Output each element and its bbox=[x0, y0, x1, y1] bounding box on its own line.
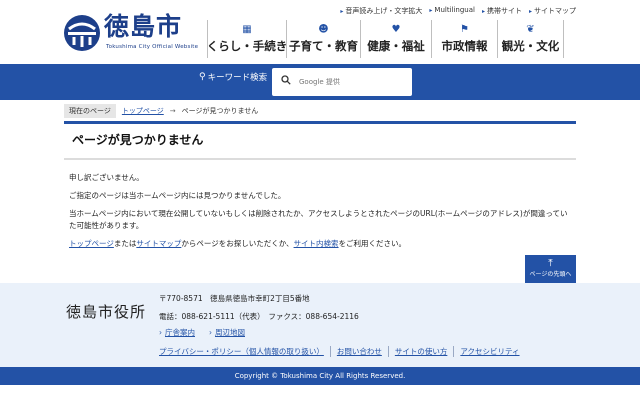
site-search-link[interactable]: サイト内検索 bbox=[294, 239, 339, 248]
logo-subtitle: Tokushima City Official Website bbox=[106, 44, 199, 50]
message-not-found: ご指定のページは当ホームページ内には見つかりませんでした。 bbox=[69, 191, 286, 200]
utility-links: 音声読み上げ・文字拡大 Multilingual 携帯サイト サイトマップ bbox=[340, 6, 576, 16]
utility-link-multilingual[interactable]: Multilingual bbox=[429, 6, 475, 16]
message-guidance: トップページまたはサイトマップからページをお探しいただくか、サイト内検索をご利用… bbox=[69, 238, 574, 250]
footer-link-item: 庁舎案内 bbox=[159, 327, 195, 338]
utility-link-mobile[interactable]: 携帯サイト bbox=[482, 6, 522, 16]
logo-text: 徳島市 bbox=[104, 12, 183, 41]
page-top-label: ページの先頭へ bbox=[529, 271, 572, 278]
site-usage-link[interactable]: サイトの使い方 bbox=[387, 346, 454, 357]
arrow-up-icon: ⤒ bbox=[548, 258, 553, 269]
top-page-link[interactable]: トップページ bbox=[69, 239, 114, 248]
site-header: 徳島市 Tokushima City Official Website 音声読み… bbox=[0, 0, 640, 64]
search-input[interactable] bbox=[299, 75, 404, 89]
footer-org-name: 徳島市役所 bbox=[66, 303, 147, 321]
flag-icon: ⚑ bbox=[460, 24, 469, 35]
breadcrumb-top-link[interactable]: トップページ bbox=[122, 106, 164, 116]
nav-item-tourism[interactable]: ❦ 観光・文化 bbox=[497, 20, 564, 58]
footer-policy-links: プライバシー・ポリシー（個人情報の取り扱い） お問い合わせ サイトの使い方 アク… bbox=[159, 346, 526, 357]
site-footer: 徳島市役所 〒770-8571 徳島県徳島市幸町2丁目5番地 電話：088-62… bbox=[0, 283, 640, 367]
contact-link[interactable]: お問い合わせ bbox=[329, 346, 388, 357]
city-emblem-icon bbox=[64, 15, 100, 51]
nav-item-living[interactable]: ▦ くらし・手続き bbox=[206, 20, 288, 58]
search-icon bbox=[281, 75, 291, 85]
building-icon: ▦ bbox=[242, 24, 252, 35]
search-box bbox=[272, 68, 412, 96]
privacy-policy-link[interactable]: プライバシー・ポリシー（個人情報の取り扱い） bbox=[159, 346, 330, 357]
area-map-link[interactable]: 周辺地図 bbox=[215, 328, 245, 337]
office-guide-link[interactable]: 庁舎案内 bbox=[165, 328, 195, 337]
guidance-text-1: または bbox=[113, 239, 137, 248]
nav-label: くらし・手続き bbox=[206, 39, 288, 53]
breadcrumb: 現在のページ トップページ → ページが見つかりません bbox=[64, 104, 258, 118]
guidance-text-3: をご利用ください。 bbox=[338, 239, 407, 248]
search-band: ⚲ キーワード検索 bbox=[0, 64, 640, 100]
leaf-icon: ❦ bbox=[526, 24, 535, 35]
nav-label: 観光・文化 bbox=[501, 39, 560, 53]
message-reason: 当ホームページ内において現在公開していないもしくは削除されたか、アクセスしようと… bbox=[69, 209, 568, 230]
footer-phone: 電話：088-621-5111（代表） ファクス：088-654-2116 bbox=[159, 312, 359, 321]
breadcrumb-separator: → bbox=[169, 107, 176, 115]
footer-office-links: 庁舎案内 周辺地図 bbox=[159, 327, 245, 338]
nav-item-health[interactable]: ♥ 健康・福祉 bbox=[360, 20, 431, 58]
site-logo[interactable]: 徳島市 Tokushima City Official Website bbox=[62, 10, 212, 56]
page-top-button[interactable]: ⤒ ページの先頭へ bbox=[525, 255, 576, 283]
footer-address: 〒770-8571 徳島県徳島市幸町2丁目5番地 bbox=[159, 294, 310, 303]
search-label-text: キーワード検索 bbox=[207, 73, 268, 83]
breadcrumb-here: ページが見つかりません bbox=[181, 107, 259, 115]
message-apology: 申し訳ございません。 bbox=[69, 173, 144, 182]
utility-link-voice[interactable]: 音声読み上げ・文字拡大 bbox=[340, 6, 422, 16]
accessibility-link[interactable]: アクセシビリティ bbox=[453, 346, 525, 357]
page-title: ページが見つかりません bbox=[72, 133, 204, 147]
utility-link-sitemap[interactable]: サイトマップ bbox=[529, 6, 576, 16]
breadcrumb-current-label: 現在のページ bbox=[64, 104, 116, 118]
guidance-text-2: からページをお探しいただくか、 bbox=[181, 239, 294, 248]
nav-label: 健康・福祉 bbox=[367, 39, 425, 53]
search-label: ⚲ キーワード検索 bbox=[199, 71, 267, 83]
heart-icon: ♥ bbox=[391, 24, 401, 35]
copyright: Copyright © Tokushima City All Rights Re… bbox=[0, 367, 640, 385]
nav-item-citygov[interactable]: ⚑ 市政情報 bbox=[431, 20, 497, 58]
title-top-rule bbox=[64, 121, 576, 124]
magnifier-key-icon: ⚲ bbox=[199, 72, 206, 82]
main-content: 申し訳ございません。 ご指定のページは当ホームページ内には見つかりませんでした。… bbox=[69, 172, 574, 256]
nav-item-childcare[interactable]: ☻ 子育て・教育 bbox=[286, 20, 360, 58]
nav-label: 市政情報 bbox=[441, 39, 488, 53]
global-nav: ▦ くらし・手続き ☻ 子育て・教育 ♥ 健康・福祉 ⚑ 市政情報 ❦ 観光・文… bbox=[207, 20, 564, 58]
sitemap-link[interactable]: サイトマップ bbox=[136, 239, 181, 248]
family-icon: ☻ bbox=[318, 24, 329, 35]
title-bottom-rule bbox=[64, 158, 576, 160]
nav-label: 子育て・教育 bbox=[289, 39, 358, 53]
footer-link-item: 周辺地図 bbox=[209, 327, 245, 338]
